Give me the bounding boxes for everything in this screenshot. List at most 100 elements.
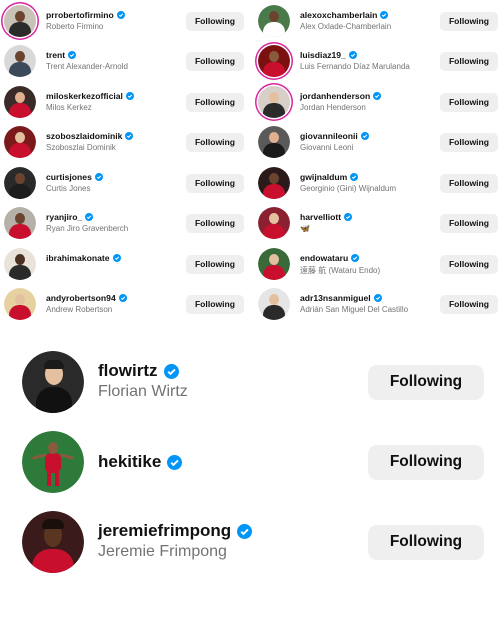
list-item[interactable]: andyrobertson94 Andrew Robertson Followin…	[4, 284, 250, 324]
avatar[interactable]	[258, 248, 290, 280]
following-button[interactable]: Following	[440, 132, 498, 152]
username[interactable]: adr13nsanmiguel	[300, 293, 371, 303]
list-item[interactable]: luisdiaz19_ Luis Fernando Díaz Marulanda …	[258, 41, 500, 81]
username[interactable]: curtisjones	[46, 172, 92, 182]
list-item[interactable]: curtisjones Curtis Jones Following	[4, 163, 250, 203]
following-button[interactable]: Following	[368, 524, 484, 560]
following-button[interactable]: Following	[440, 213, 498, 233]
avatar[interactable]	[258, 45, 290, 77]
full-name: Adrián San Miguel Del Castillo	[300, 305, 409, 314]
full-name: Trent Alexander-Arnold	[46, 62, 128, 71]
following-button[interactable]: Following	[368, 364, 484, 400]
following-button[interactable]: Following	[186, 254, 244, 274]
avatar[interactable]	[4, 207, 36, 239]
following-button[interactable]: Following	[186, 173, 244, 193]
list-item[interactable]: endowataru 遠藤 航 (Wataru Endo) Following	[258, 244, 500, 284]
verified-badge-icon	[125, 132, 134, 140]
list-item[interactable]: alexoxchamberlain Alex Oxlade-Chamberlain…	[258, 1, 500, 41]
following-button[interactable]: Following	[368, 444, 484, 480]
avatar[interactable]	[258, 126, 290, 158]
full-name: 遠藤 航 (Wataru Endo)	[300, 266, 381, 275]
list-item[interactable]: jordanhenderson Jordan Henderson Followin…	[258, 82, 500, 122]
full-name: Giovanni Leoni	[300, 143, 354, 152]
avatar[interactable]	[258, 207, 290, 239]
username[interactable]: szoboszlaidominik	[46, 131, 122, 141]
avatar[interactable]	[4, 86, 36, 118]
full-name	[46, 265, 186, 276]
avatar[interactable]	[4, 248, 36, 280]
list-item[interactable]: adr13nsanmiguel Adrián San Miguel Del Cas…	[258, 284, 500, 324]
avatar[interactable]	[258, 86, 290, 118]
avatar[interactable]	[22, 431, 84, 493]
list-item[interactable]: giovannileonii Giovanni Leoni Following	[258, 122, 500, 162]
avatar[interactable]	[4, 288, 36, 320]
username[interactable]: jeremiefrimpong	[98, 521, 231, 541]
username[interactable]: gwijnaldum	[300, 172, 347, 182]
list-item[interactable]: ibrahimakonate Following	[4, 244, 250, 284]
avatar[interactable]	[4, 5, 36, 37]
verified-badge-icon	[118, 294, 127, 302]
following-button[interactable]: Following	[186, 92, 244, 112]
following-button[interactable]: Following	[440, 51, 498, 71]
username[interactable]: luisdiaz19_	[300, 50, 346, 60]
list-item[interactable]: miloskerkezofficial Milos Kerkez Followin…	[4, 82, 250, 122]
avatar[interactable]	[22, 351, 84, 413]
full-name: Florian Wirtz	[98, 383, 188, 400]
username[interactable]: ryanjiro_	[46, 212, 82, 222]
list-item[interactable]: trent Trent Alexander-Arnold Following	[4, 41, 250, 81]
full-name: Georginio (Gini) Wijnaldum	[300, 184, 397, 193]
verified-badge-icon	[360, 132, 369, 140]
username[interactable]: ibrahimakonate	[46, 253, 110, 263]
following-button[interactable]: Following	[440, 92, 498, 112]
full-name: 🦋	[300, 224, 310, 233]
username[interactable]: giovannileonii	[300, 131, 358, 141]
list-item[interactable]: hekitike Following	[22, 431, 484, 493]
following-button[interactable]: Following	[440, 11, 498, 31]
avatar[interactable]	[258, 5, 290, 37]
verified-badge-icon	[351, 254, 360, 262]
full-name: Milos Kerkez	[46, 103, 92, 112]
list-item[interactable]: jeremiefrimpong Jeremie Frimpong Followi…	[22, 511, 484, 573]
list-item[interactable]: flowirtz Florian Wirtz Following	[22, 351, 484, 413]
username[interactable]: prrobertofirmino	[46, 10, 114, 20]
full-name: Jeremie Frimpong	[98, 543, 227, 560]
username[interactable]: harvelliott	[300, 212, 341, 222]
following-button[interactable]: Following	[186, 11, 244, 31]
username[interactable]: flowirtz	[98, 361, 158, 381]
verified-badge-icon	[163, 363, 179, 379]
full-name: Jordan Henderson	[300, 103, 366, 112]
following-button[interactable]: Following	[186, 294, 244, 314]
following-button[interactable]: Following	[440, 173, 498, 193]
username[interactable]: jordanhenderson	[300, 91, 370, 101]
avatar[interactable]	[22, 511, 84, 573]
full-name: Alex Oxlade-Chamberlain	[300, 22, 392, 31]
avatar[interactable]	[4, 45, 36, 77]
username[interactable]: alexoxchamberlain	[300, 10, 377, 20]
full-name: Curtis Jones	[46, 184, 91, 193]
username[interactable]: endowataru	[300, 253, 348, 263]
following-button[interactable]: Following	[186, 51, 244, 71]
list-item[interactable]: gwijnaldum Georginio (Gini) Wijnaldum Fol…	[258, 163, 500, 203]
username[interactable]: hekitike	[98, 452, 161, 472]
verified-badge-icon	[125, 92, 134, 100]
list-item[interactable]: prrobertofirmino Roberto Firmino Followin…	[4, 1, 250, 41]
following-button[interactable]: Following	[186, 213, 244, 233]
avatar[interactable]	[4, 126, 36, 158]
following-button[interactable]: Following	[186, 132, 244, 152]
avatar[interactable]	[258, 288, 290, 320]
username[interactable]: miloskerkezofficial	[46, 91, 123, 101]
full-name: Andrew Robertson	[46, 305, 113, 314]
avatar[interactable]	[4, 167, 36, 199]
verified-badge-icon	[348, 51, 357, 59]
full-name: Ryan Jiro Gravenberch	[46, 224, 129, 233]
avatar[interactable]	[258, 167, 290, 199]
list-item[interactable]: ryanjiro_ Ryan Jiro Gravenberch Following	[4, 203, 250, 243]
verified-badge-icon	[85, 213, 94, 221]
username[interactable]: andyrobertson94	[46, 293, 116, 303]
list-item[interactable]: harvelliott 🦋 Following	[258, 203, 500, 243]
username[interactable]: trent	[46, 50, 65, 60]
list-item[interactable]: szoboszlaidominik Szoboszlai Dominik Foll…	[4, 122, 250, 162]
following-button[interactable]: Following	[440, 254, 498, 274]
following-button[interactable]: Following	[440, 294, 498, 314]
verified-badge-icon	[373, 294, 382, 302]
